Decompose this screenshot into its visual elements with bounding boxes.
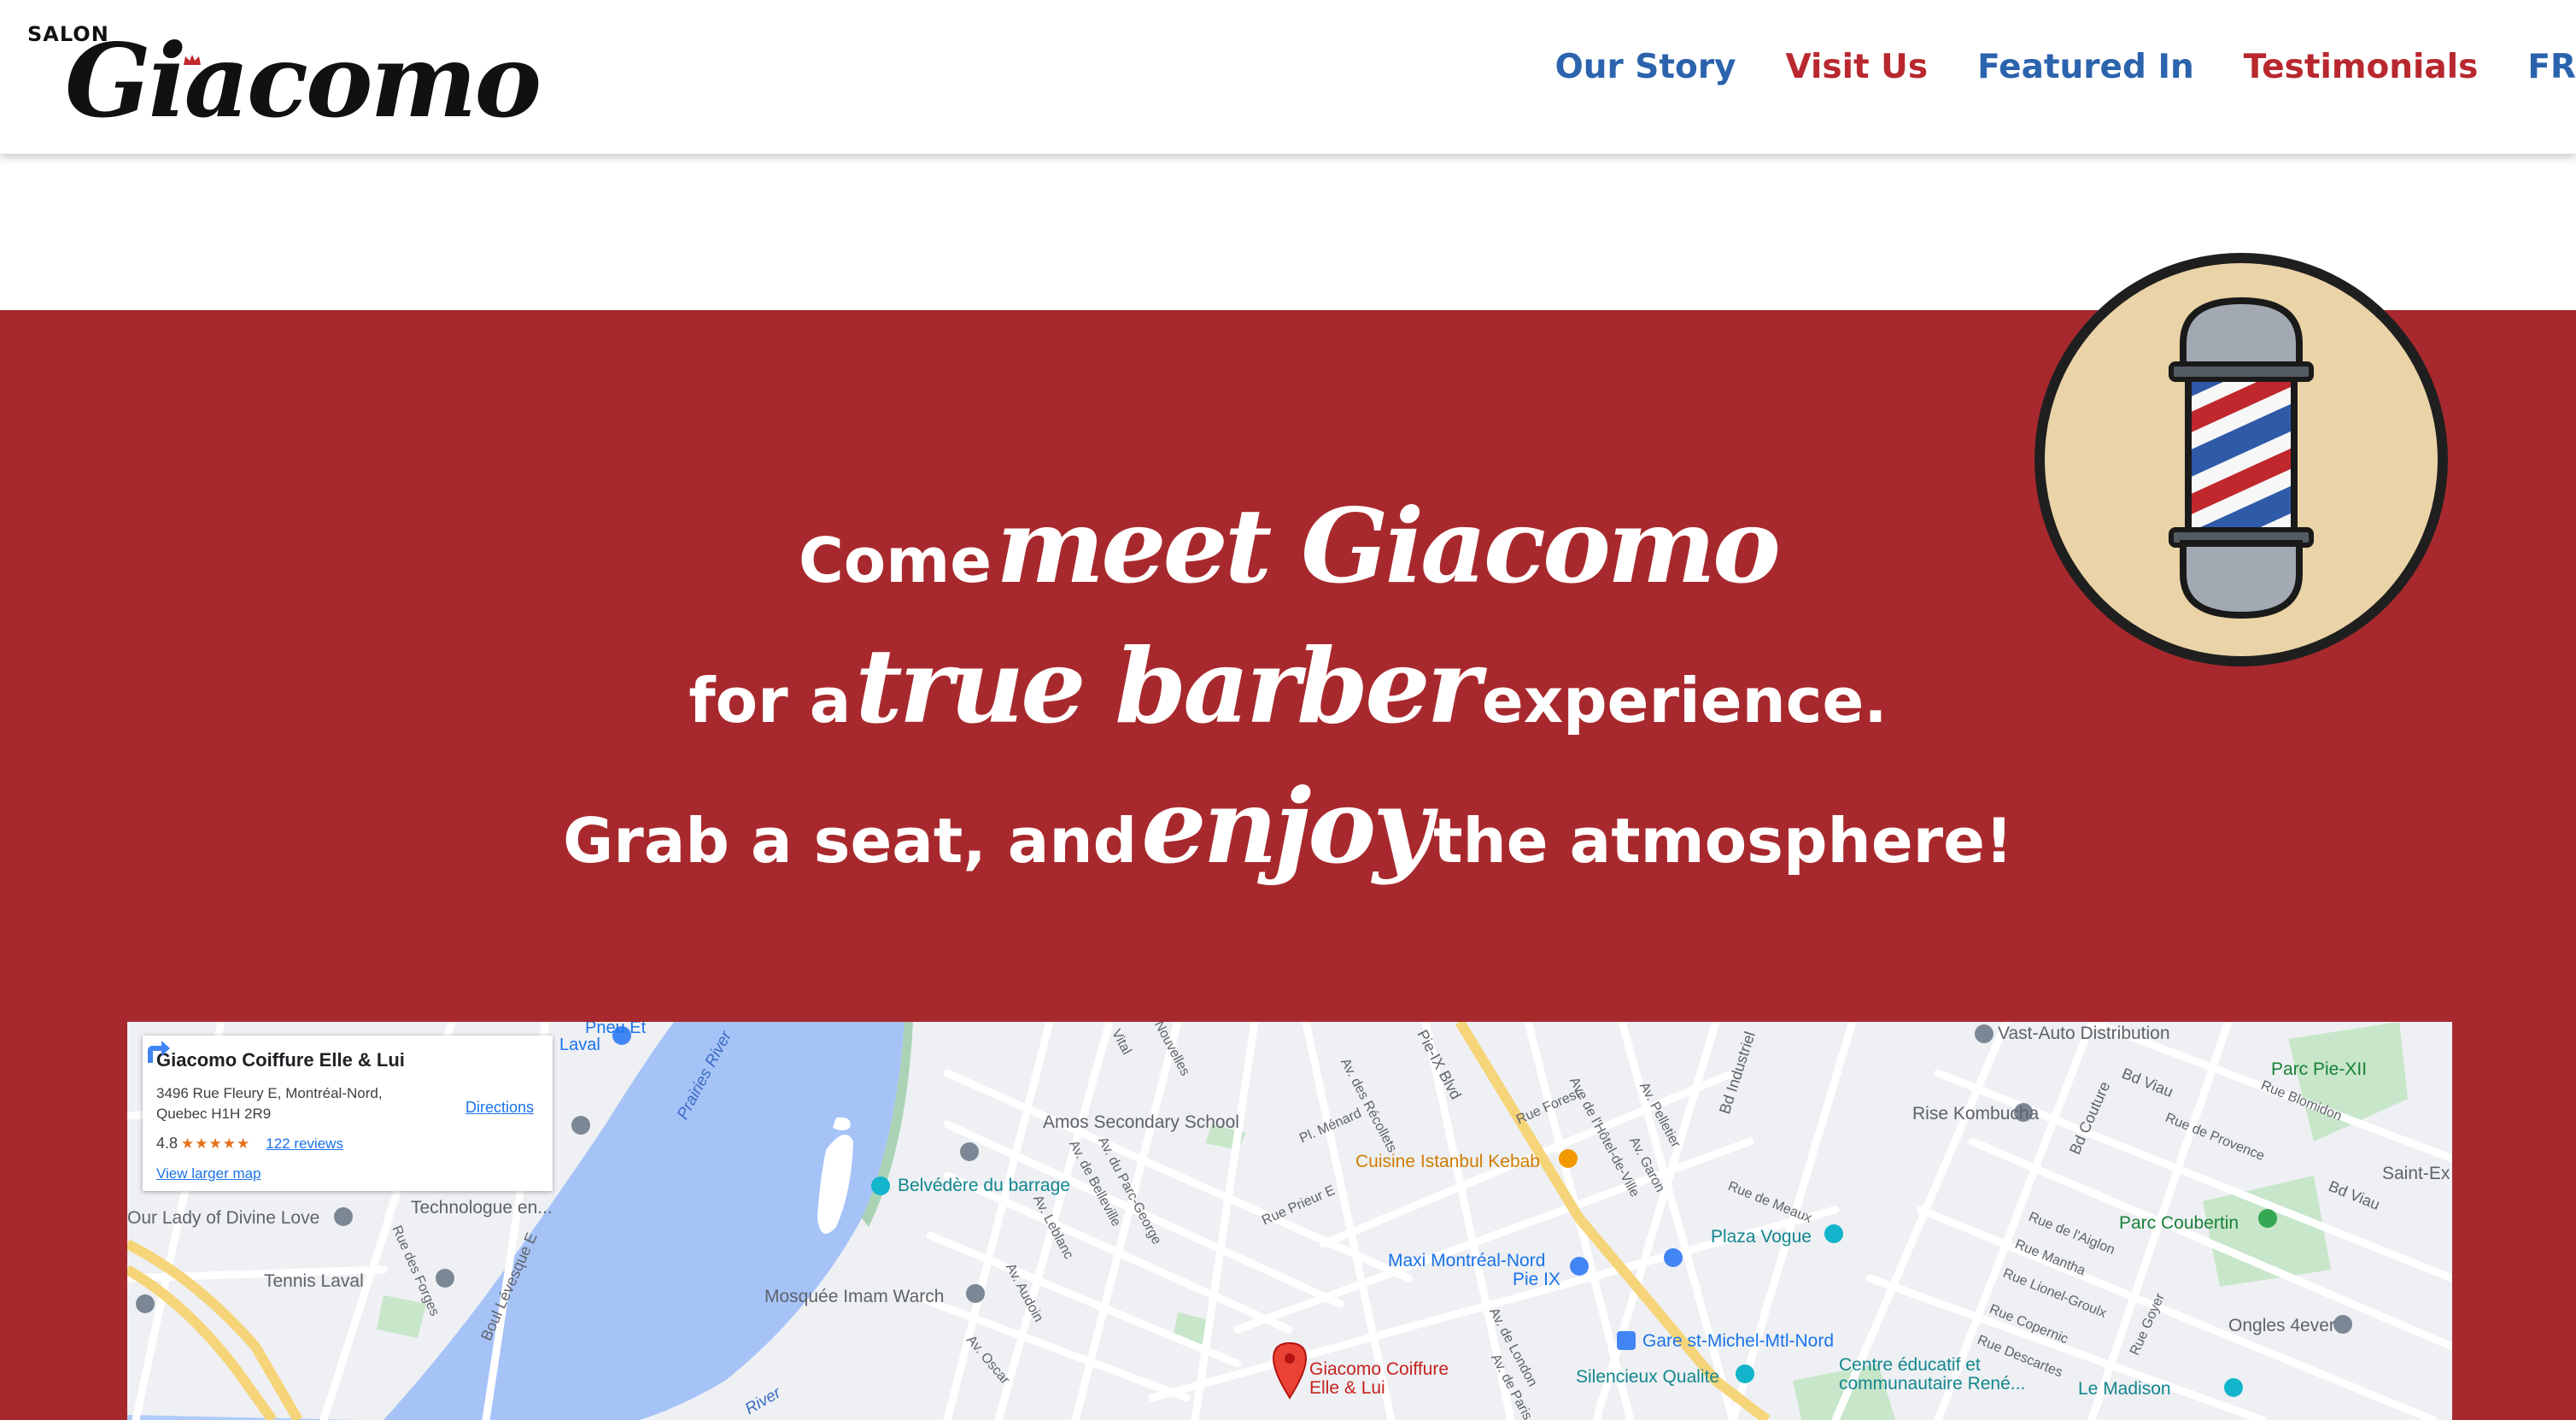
map-label-pie-ix: Pie IX xyxy=(1513,1270,1561,1289)
map-label-saint-ex: Saint-Ex xyxy=(2382,1164,2450,1183)
main-nav: Our Story Visit Us Featured In Testimoni… xyxy=(1506,48,2576,86)
map-label-le-madison: Le Madison xyxy=(2078,1379,2171,1399)
map-label-tennis-laval: Tennis Laval xyxy=(264,1271,364,1291)
tagline-come: Come xyxy=(798,525,992,596)
map-label-plaza-vogue: Plaza Vogue xyxy=(1711,1227,1812,1247)
map-label-parc-coubertin: Parc Coubertin xyxy=(2119,1213,2239,1233)
map-label-laval: Laval xyxy=(559,1036,600,1054)
tagline-true-barber: true barber xyxy=(855,626,1480,747)
map-pin-label-line-2: Elle & Lui xyxy=(1309,1378,1385,1398)
map-label-belvedere: Belvédère du barrage xyxy=(898,1176,1070,1195)
tagline-for-a: for a xyxy=(688,665,852,736)
map-label-centre-rene: communautaire René... xyxy=(1839,1374,2026,1394)
view-larger-map-link[interactable]: View larger map xyxy=(156,1165,261,1182)
directions-link[interactable]: Directions xyxy=(465,1099,534,1117)
tagline-enjoy: enjoy xyxy=(1141,766,1432,887)
nav-visit-us[interactable]: Visit Us xyxy=(1786,48,1929,86)
map-label-vast-auto: Vast-Auto Distribution xyxy=(1998,1024,2170,1043)
map-location-pin[interactable] xyxy=(1272,1341,1308,1399)
tagline-grab-a-seat: Grab a seat, and xyxy=(563,805,1138,877)
barber-pole-icon xyxy=(2034,253,2448,666)
map-label-silencieux: Silencieux Qualite xyxy=(1576,1367,1720,1387)
nav-our-story[interactable]: Our Story xyxy=(1555,48,1736,86)
rating-stars-icon: ★★★★★ xyxy=(181,1135,251,1152)
nav-featured-in[interactable]: Featured In xyxy=(1977,48,2194,86)
map-label-our-lady: Our Lady of Divine Love xyxy=(127,1208,320,1228)
reviews-link[interactable]: 122 reviews xyxy=(266,1135,343,1152)
map-label-rise-kombucha: Rise Kombucha xyxy=(1912,1104,2040,1124)
place-rating: 4.8 ★★★★★ 122 reviews xyxy=(156,1135,343,1153)
crown-icon xyxy=(184,55,201,65)
place-name: Giacomo Coiffure Elle & Lui xyxy=(156,1049,405,1071)
site-header: SALON Giacomo Our Story Visit Us Feature… xyxy=(0,0,2576,154)
nav-testimonials[interactable]: Testimonials xyxy=(2244,48,2479,86)
place-address: 3496 Rue Fleury E, Montréal-Nord, Quebec… xyxy=(156,1085,383,1122)
map-info-card: Giacomo Coiffure Elle & Lui 3496 Rue Fle… xyxy=(143,1036,553,1191)
tagline-line-3: Grab a seat, and enjoy the atmosphere! xyxy=(0,766,2576,907)
map-label-ongles-4ever: Ongles 4ever xyxy=(2228,1316,2335,1335)
map-label-gare: Gare st-Michel-Mtl-Nord xyxy=(1642,1331,1835,1351)
salon-giacomo-logo[interactable]: SALON Giacomo xyxy=(24,15,542,144)
tagline-atmosphere: the atmosphere! xyxy=(1433,805,2013,877)
rating-value: 4.8 xyxy=(156,1135,179,1152)
map-pin-label: Giacomo Coiffure Elle & Lui xyxy=(1309,1360,1449,1398)
map-label-technologue: Technologue en... xyxy=(411,1198,553,1218)
directions-icon[interactable] xyxy=(143,1036,172,1065)
map-pin-label-line-1: Giacomo Coiffure xyxy=(1309,1359,1449,1379)
map-label-centre-educatif: Centre éducatif et xyxy=(1839,1355,1981,1375)
nav-language-fr[interactable]: FR xyxy=(2527,48,2576,86)
map-label-parc-pie-xii: Parc Pie-XII xyxy=(2271,1059,2368,1079)
map-label-cuisine-istanbul: Cuisine Istanbul Kebab xyxy=(1355,1152,1540,1171)
tagline-experience: experience. xyxy=(1481,665,1888,736)
map-label-maxi: Maxi Montréal-Nord xyxy=(1388,1251,1546,1270)
embedded-google-map[interactable]: Pneu Et Laval Technologue en... Our Lady… xyxy=(127,1022,2452,1420)
map-label-amos-school: Amos Secondary School xyxy=(1043,1112,1239,1132)
logo-giacomo-text: Giacomo xyxy=(65,21,542,140)
tagline-meet-giacomo: meet Giacomo xyxy=(996,486,1781,607)
map-label-mosquee: Mosquée Imam Warch xyxy=(764,1287,945,1306)
